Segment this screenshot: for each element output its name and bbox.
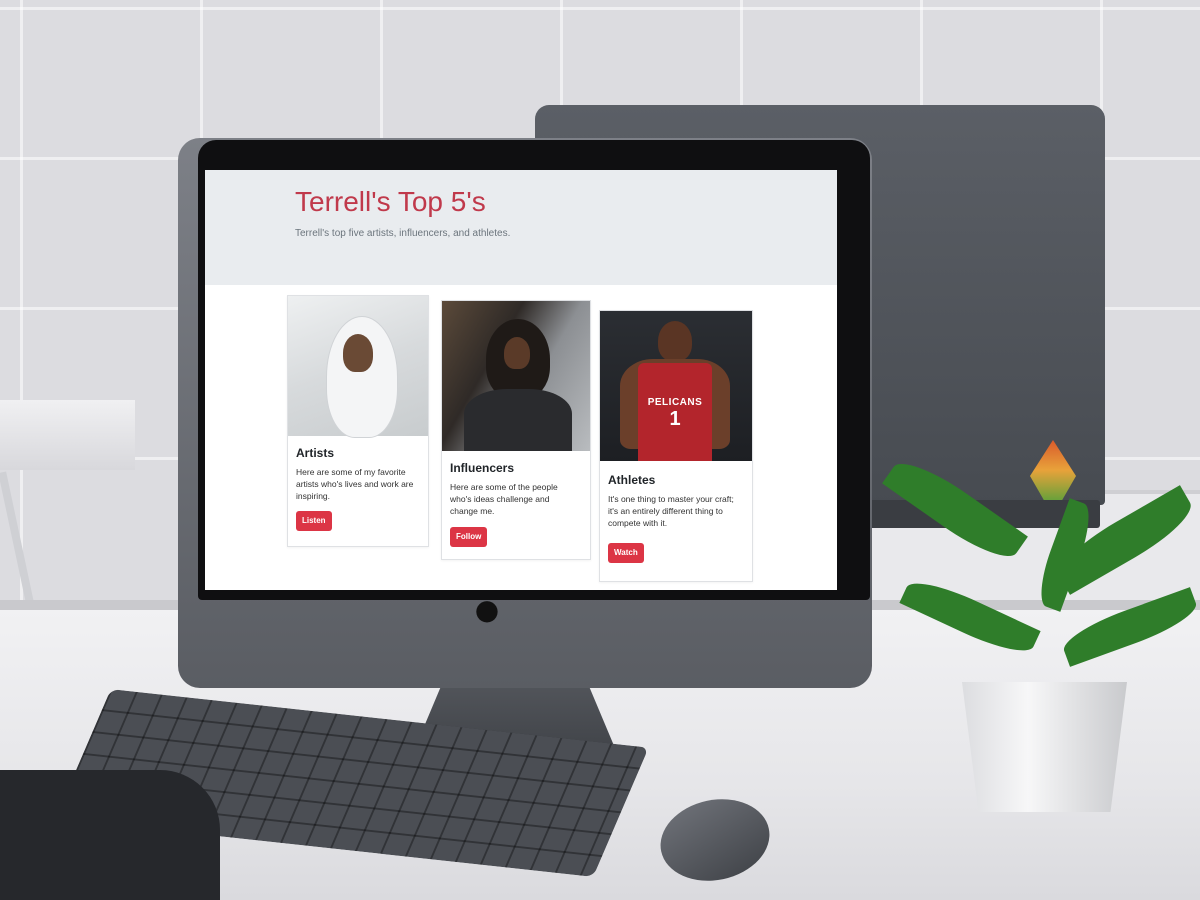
card-artists: Artists Here are some of my favorite art… (287, 295, 429, 547)
jumbotron: Terrell's Top 5's Terrell's top five art… (205, 170, 837, 285)
influencer-face (504, 337, 530, 369)
athlete-photo: PELICANS 1 (600, 311, 752, 461)
athlete-jersey: PELICANS 1 (638, 363, 712, 461)
watch-button[interactable]: Watch (608, 543, 644, 563)
influencer-body (464, 389, 572, 451)
office-chair (0, 770, 220, 900)
jersey-number: 1 (669, 408, 681, 430)
page-title: Terrell's Top 5's (295, 186, 486, 217)
page-subtitle: Terrell's top five artists, influencers,… (295, 228, 511, 239)
card-athletes: PELICANS 1 Athletes It's one thing to ma… (599, 310, 753, 582)
follow-button[interactable]: Follow (450, 527, 488, 547)
monitor-screen: Terrell's Top 5's Terrell's top five art… (205, 170, 837, 590)
card-title-influencers: Influencers (450, 461, 515, 475)
card-influencers: Influencers Here are some of the people … (441, 300, 591, 560)
side-table (0, 400, 135, 470)
card-text-artists: Here are some of my favorite artists who… (296, 467, 414, 501)
athlete-head (658, 321, 692, 361)
apple-logo-icon: ● (474, 593, 500, 626)
card-text-athletes: It's one thing to master your craft; it'… (608, 494, 734, 528)
listen-button[interactable]: Listen (296, 511, 332, 531)
card-title-athletes: Athletes (608, 473, 656, 487)
card-text-influencers: Here are some of the people who's ideas … (450, 482, 558, 516)
jersey-team: PELICANS (647, 397, 703, 408)
influencer-photo (442, 301, 590, 451)
artist-face (343, 334, 373, 372)
artist-photo (288, 296, 428, 438)
plant-pot (962, 682, 1127, 812)
card-title-artists: Artists (296, 446, 335, 460)
